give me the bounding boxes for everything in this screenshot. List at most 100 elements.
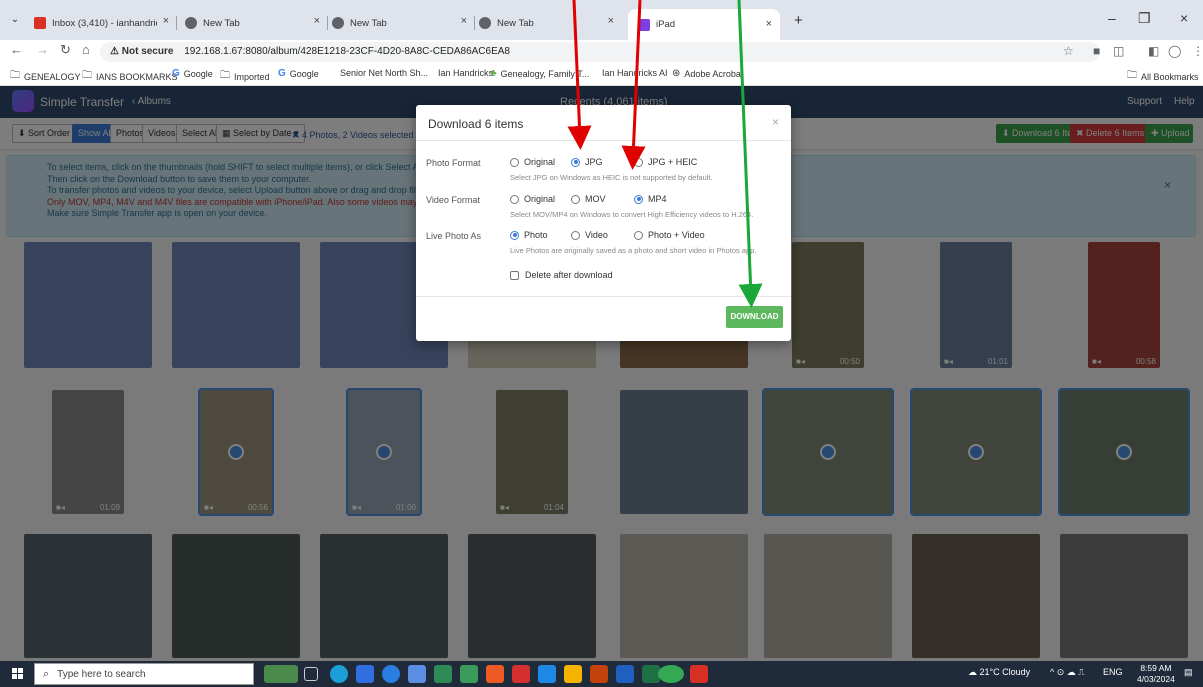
photo-format-jpg-heic-radio[interactable]: JPG + HEIC (634, 157, 697, 167)
notifications-icon[interactable]: ▤ (1184, 667, 1193, 678)
sheets-icon[interactable] (460, 665, 478, 683)
file-explorer-icon[interactable] (564, 665, 582, 683)
download-button[interactable]: DOWNLOAD (726, 306, 783, 328)
bookmark-ian-handricks[interactable]: Ian Handricks (438, 68, 493, 78)
windows-start-icon[interactable] (12, 668, 24, 680)
weather-widget[interactable]: ☁ 21°C Cloudy (968, 667, 1030, 678)
bookmark-senior-net[interactable]: Senior Net North Sh... (340, 68, 428, 78)
bookmarks-bar: 🗀 GENEALOGY 🗀 IANS BOOKMARKS G Google 🗀 Impo… (0, 64, 1203, 86)
close-icon[interactable]: × (314, 15, 320, 27)
restore-icon[interactable]: ❐ (1138, 10, 1151, 27)
checkbox-box (510, 270, 519, 280)
dialog-title: Download 6 items (428, 117, 524, 131)
url-input[interactable]: ⚠ Not secure 192.168.1.67:8080/album/428… (100, 42, 1100, 62)
radio-dot (571, 230, 580, 240)
tray-icons[interactable]: ^ ⊙ ☁ ⎍ (1050, 667, 1085, 678)
bookmark-ian-handricks-ai[interactable]: Ian Handricks AI (602, 68, 668, 78)
tab-gmail-inbox[interactable]: Inbox (3,410) - ianhandricks@ × (34, 12, 177, 34)
taskbar-search-input[interactable]: ⌕ Type here to search (34, 663, 254, 685)
chrome-icon (332, 17, 344, 29)
tab-title: New Tab (497, 17, 534, 29)
reload-icon[interactable]: ↻ (60, 42, 71, 58)
video-format-help: Select MOV/MP4 on Windows to convert Hig… (510, 210, 754, 219)
word-icon[interactable] (616, 665, 634, 683)
delete-after-download-checkbox[interactable]: Delete after download (510, 270, 613, 280)
dialog-header: Download 6 items × (416, 105, 791, 141)
news-widget-icon[interactable] (264, 665, 298, 683)
radio-dot (510, 157, 519, 167)
new-tab-icon[interactable]: + (794, 12, 803, 29)
back-arrow-icon[interactable]: ← (10, 42, 23, 57)
edge-icon[interactable] (330, 665, 348, 683)
bookmark-ians-bookmarks[interactable]: 🗀 IANS BOOKMARKS (82, 68, 178, 85)
task-view-icon[interactable] (304, 667, 318, 681)
folder-icon: 🗀 (10, 70, 20, 81)
all-bookmarks[interactable]: 🗀 All Bookmarks (1127, 68, 1199, 85)
photos-icon[interactable] (408, 665, 426, 683)
extensions-puzzle-icon[interactable]: ◫ (1113, 44, 1124, 58)
url-text: 192.168.1.67:8080/album/428E1218-23CF-4D… (184, 46, 510, 57)
bookmark-star-icon[interactable]: ☆ (1063, 44, 1074, 58)
radio-dot (634, 230, 643, 240)
address-bar-row: ← → ↻ ⌂ ⚠ Not secure 192.168.1.67:8080/a… (0, 40, 1203, 64)
search-icon: ⌕ (43, 667, 50, 680)
video-format-mp4-radio[interactable]: MP4 (634, 194, 667, 204)
app-icon[interactable] (434, 665, 452, 683)
browser-tab-bar: ⌄ Inbox (3,410) - ianhandricks@ × New Ta… (0, 0, 1203, 40)
close-icon[interactable]: × (772, 115, 779, 129)
tab-new-tab-1[interactable]: New Tab × (185, 12, 328, 34)
tab-search-icon[interactable]: ⌄ (6, 11, 24, 29)
tab-new-tab-3[interactable]: New Tab × (479, 12, 622, 34)
photo-format-original-radio[interactable]: Original (510, 157, 555, 167)
taskbar-clock[interactable]: 8:59 AM 4/03/2024 (1137, 663, 1175, 685)
gmail-taskbar-icon[interactable] (690, 665, 708, 683)
radio-dot (571, 194, 580, 204)
tree-icon: ♣ (490, 68, 497, 79)
bookmark-google[interactable]: G Google (172, 68, 213, 79)
acrobat-icon: ⊛ (672, 68, 681, 79)
language-indicator[interactable]: ENG (1103, 667, 1123, 677)
video-format-label: Video Format (426, 195, 480, 205)
radio-dot (510, 194, 519, 204)
gmail-icon (34, 17, 46, 29)
close-icon[interactable]: × (461, 15, 467, 27)
side-panel-icon[interactable]: ◧ (1148, 44, 1159, 58)
video-format-mov-radio[interactable]: MOV (571, 194, 606, 204)
video-format-original-radio[interactable]: Original (510, 194, 555, 204)
window-close-icon[interactable]: × (1180, 10, 1188, 26)
photo-format-help: Select JPG on Windows as HEIC is not sup… (510, 173, 713, 182)
home-icon[interactable]: ⌂ (82, 42, 90, 57)
extension-icon[interactable]: ■ (1093, 44, 1100, 58)
chrome-taskbar-icon[interactable] (658, 665, 684, 683)
powerpoint-icon[interactable] (590, 665, 608, 683)
profile-icon[interactable]: ◯ (1168, 44, 1181, 58)
live-photo-photo-radio[interactable]: Photo (510, 230, 548, 240)
bookmark-genealogy[interactable]: 🗀 GENEALOGY (10, 68, 81, 85)
photo-format-jpg-radio[interactable]: JPG (571, 157, 603, 167)
folder-icon: 🗀 (82, 70, 92, 81)
radio-dot-selected (634, 194, 643, 204)
download-dialog: Download 6 items × Photo Format Original… (416, 105, 791, 341)
close-icon[interactable]: × (766, 18, 772, 30)
teams-icon[interactable] (382, 665, 400, 683)
menu-dots-icon[interactable]: ⋮ (1192, 44, 1203, 58)
acrobat-taskbar-icon[interactable] (512, 665, 530, 683)
close-icon[interactable]: × (608, 15, 614, 27)
forward-arrow-icon[interactable]: → (36, 42, 49, 57)
bookmark-genealogy-family[interactable]: ♣ Genealogy, Family T... (490, 68, 589, 79)
folder-icon: 🗀 (220, 70, 230, 81)
tab-ipad[interactable]: iPad × (628, 9, 780, 40)
slack-icon[interactable] (538, 665, 556, 683)
tab-new-tab-2[interactable]: New Tab × (332, 12, 475, 34)
live-photo-video-radio[interactable]: Video (571, 230, 608, 240)
live-photo-photo-video-radio[interactable]: Photo + Video (634, 230, 705, 240)
bookmark-imported[interactable]: 🗀 Imported (220, 68, 270, 85)
not-secure-label[interactable]: ⚠ Not secure (110, 46, 173, 57)
brave-icon[interactable] (486, 665, 504, 683)
close-icon[interactable]: × (163, 15, 169, 27)
tab-title: Inbox (3,410) - ianhandricks@ (52, 17, 157, 29)
bookmark-google-2[interactable]: G Google (278, 68, 319, 79)
bookmark-adobe-acrobat[interactable]: ⊛ Adobe Acrobat (672, 68, 743, 79)
minimize-icon[interactable]: – (1108, 10, 1116, 26)
zoom-icon[interactable] (356, 665, 374, 683)
